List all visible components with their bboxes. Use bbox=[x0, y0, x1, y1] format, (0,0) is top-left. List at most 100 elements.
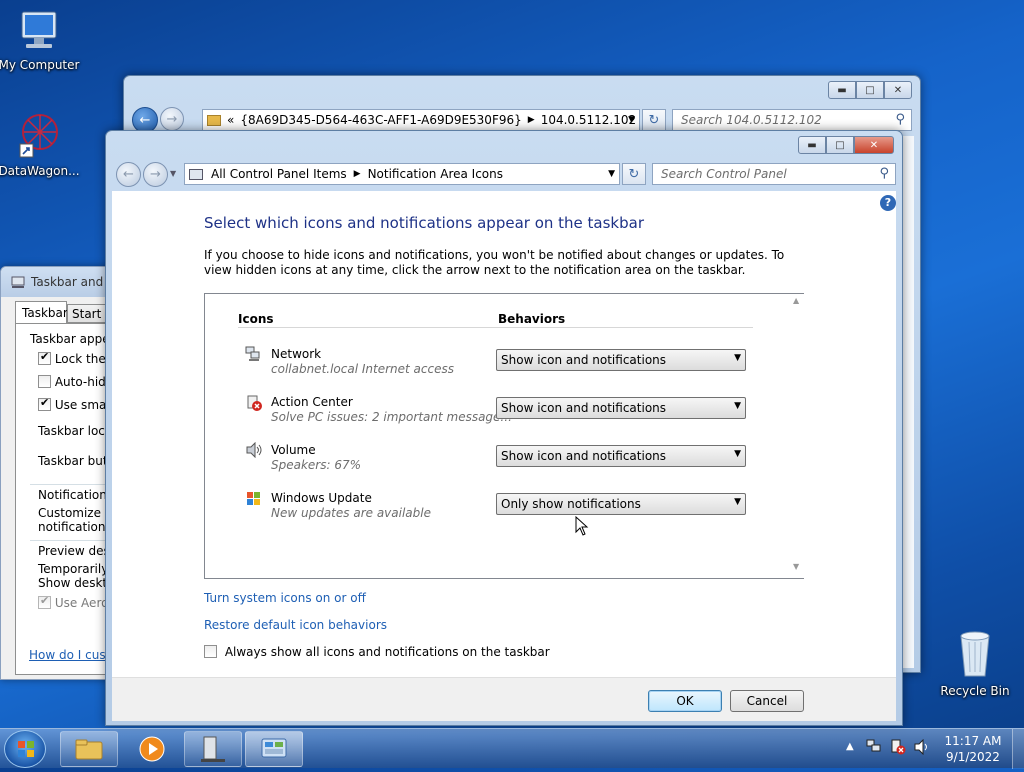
datawagon-shortcut-icon bbox=[16, 112, 62, 160]
select-value: Show icon and notifications bbox=[501, 401, 667, 415]
desktop-icon-label: My Computer bbox=[0, 58, 80, 72]
help-icon[interactable]: ? bbox=[880, 195, 896, 211]
control-panel-icon bbox=[189, 168, 203, 180]
show-hidden-icons-icon[interactable]: ▲ bbox=[846, 741, 854, 752]
search-placeholder: Search 104.0.5112.102 bbox=[681, 113, 822, 127]
select-value: Show icon and notifications bbox=[501, 353, 667, 367]
select-value: Show icon and notifications bbox=[501, 449, 667, 463]
search-input[interactable]: Search 104.0.5112.102 ⚲ bbox=[672, 109, 912, 131]
close-button[interactable]: ✕ bbox=[884, 81, 912, 99]
minimize-button[interactable]: ▬ bbox=[828, 81, 856, 99]
window-title: Taskbar and S bbox=[31, 275, 115, 289]
control-panel-icon bbox=[261, 738, 287, 758]
checkbox-checked-disabled[interactable]: ✔ bbox=[38, 594, 51, 609]
breadcrumb-segment[interactable]: 104.0.5112.102 bbox=[541, 113, 636, 127]
tray-clock[interactable]: 11:17 AM 9/1/2022 bbox=[940, 733, 1006, 765]
autohide-checkbox[interactable]: Auto-hide bbox=[38, 375, 113, 389]
show-desktop-button[interactable] bbox=[1012, 729, 1024, 769]
taskbar-properties-window[interactable]: Taskbar and S Taskbar Start M Taskbar ap… bbox=[0, 266, 121, 680]
windows-update-behavior-select[interactable]: Only show notifications ▼ bbox=[496, 493, 746, 515]
row-name: Windows Update bbox=[271, 491, 372, 505]
maximize-button[interactable]: □ bbox=[826, 136, 854, 154]
tray-action-center-icon[interactable] bbox=[890, 739, 906, 755]
row-detail: Speakers: 67% bbox=[271, 458, 362, 472]
search-icon[interactable]: ⚲ bbox=[895, 112, 905, 127]
notification-area-icons-window[interactable]: ▬ □ ✕ ← → ▼ All Control Panel Items ▶ No… bbox=[105, 130, 903, 726]
network-behavior-select[interactable]: Show icon and notifications ▼ bbox=[496, 349, 746, 371]
mouse-cursor-icon bbox=[575, 515, 589, 536]
checkbox-checked[interactable]: ✔ bbox=[38, 396, 51, 411]
media-player-icon bbox=[139, 736, 165, 762]
maximize-button[interactable]: □ bbox=[856, 81, 884, 99]
breadcrumb-segment[interactable]: {8A69D345-D564-463C-AFF1-A69D9E530F96} bbox=[240, 113, 521, 127]
row-detail: New updates are available bbox=[271, 506, 431, 520]
checkbox-unchecked[interactable] bbox=[38, 375, 51, 388]
row-name: Network bbox=[271, 347, 322, 361]
desktop-icon-label: DataWagon... bbox=[0, 164, 80, 178]
dropdown-arrow-icon: ▼ bbox=[734, 497, 741, 507]
chevron-down-icon[interactable]: ▼ bbox=[628, 115, 635, 125]
page-title: Select which icons and notifications app… bbox=[204, 214, 644, 232]
action-center-behavior-select[interactable]: Show icon and notifications ▼ bbox=[496, 397, 746, 419]
turn-system-icons-link[interactable]: Turn system icons on or off bbox=[204, 591, 366, 605]
tray-network-icon[interactable] bbox=[866, 739, 882, 755]
select-value: Only show notifications bbox=[501, 497, 641, 511]
tab-taskbar[interactable]: Taskbar bbox=[15, 301, 68, 323]
taskbar-control-panel-button[interactable] bbox=[245, 731, 303, 767]
breadcrumb-segment[interactable]: All Control Panel Items bbox=[211, 167, 347, 181]
forward-icon[interactable]: → bbox=[160, 107, 184, 131]
chevron-down-icon[interactable]: ▼ bbox=[608, 169, 615, 179]
tray-volume-icon[interactable] bbox=[914, 738, 930, 756]
page-description: If you choose to hide icons and notifica… bbox=[204, 248, 785, 277]
cancel-button[interactable]: Cancel bbox=[730, 690, 804, 712]
minimize-button[interactable]: ▬ bbox=[798, 136, 826, 154]
chevron-right-icon: ▶ bbox=[353, 169, 361, 179]
search-input[interactable]: Search Control Panel ⚲ bbox=[652, 163, 896, 185]
content-area: ? Select which icons and notifications a… bbox=[112, 191, 896, 677]
taskbar-properties-button[interactable] bbox=[184, 731, 242, 767]
dropdown-arrow-icon: ▼ bbox=[734, 353, 741, 363]
taskbar-props-icon bbox=[201, 736, 225, 762]
close-button[interactable]: ✕ bbox=[854, 136, 894, 154]
search-icon[interactable]: ⚲ bbox=[879, 166, 889, 181]
back-icon[interactable]: ← bbox=[116, 162, 141, 187]
row-detail: Solve PC issues: 2 important message... bbox=[271, 410, 512, 424]
always-show-checkbox[interactable]: Always show all icons and notifications … bbox=[204, 645, 550, 659]
checkbox-unchecked[interactable] bbox=[204, 645, 217, 658]
dropdown-arrow-icon: ▼ bbox=[734, 449, 741, 459]
scrollbar[interactable]: ▲ ▼ bbox=[790, 294, 804, 578]
ok-button[interactable]: OK bbox=[648, 690, 722, 712]
datawagon-desktop-icon[interactable]: DataWagon... bbox=[0, 112, 82, 178]
refresh-icon[interactable]: ↻ bbox=[622, 163, 646, 185]
scroll-up-icon[interactable]: ▲ bbox=[793, 296, 799, 305]
address-bar[interactable]: All Control Panel Items ▶ Notification A… bbox=[184, 163, 620, 185]
recent-pages-icon[interactable]: ▼ bbox=[170, 169, 176, 178]
recycle-bin-desktop-icon[interactable]: Recycle Bin bbox=[932, 628, 1018, 698]
computer-icon bbox=[16, 8, 62, 54]
header-divider bbox=[238, 327, 753, 328]
icons-list[interactable]: ▲ ▼ Icons Behaviors Network collabnet.lo… bbox=[204, 293, 804, 579]
breadcrumb-overflow: « bbox=[227, 113, 235, 127]
desktop-icon-label: Recycle Bin bbox=[940, 684, 1010, 698]
start-button[interactable] bbox=[4, 730, 46, 768]
refresh-icon[interactable]: ↻ bbox=[642, 109, 666, 131]
scroll-down-icon[interactable]: ▼ bbox=[793, 562, 799, 571]
column-header-icons: Icons bbox=[238, 312, 274, 326]
action-center-icon bbox=[245, 394, 263, 412]
address-bar[interactable]: « {8A69D345-D564-463C-AFF1-A69D9E530F96}… bbox=[202, 109, 640, 131]
taskbar: ▲ 11:17 AM 9/1/2022 bbox=[0, 728, 1024, 769]
taskbar-media-player-button[interactable] bbox=[124, 731, 180, 767]
taskbar-explorer-button[interactable] bbox=[60, 731, 118, 767]
chevron-right-icon: ▶ bbox=[527, 115, 535, 125]
checkbox-checked[interactable]: ✔ bbox=[38, 350, 51, 365]
restore-defaults-link[interactable]: Restore default icon behaviors bbox=[204, 618, 387, 632]
search-placeholder: Search Control Panel bbox=[661, 167, 787, 181]
volume-behavior-select[interactable]: Show icon and notifications ▼ bbox=[496, 445, 746, 467]
breadcrumb-segment[interactable]: Notification Area Icons bbox=[368, 167, 503, 181]
forward-icon[interactable]: → bbox=[143, 162, 168, 187]
my-computer-desktop-icon[interactable]: My Computer bbox=[0, 8, 82, 72]
row-name: Volume bbox=[271, 443, 316, 457]
taskbar-props-icon bbox=[11, 275, 25, 289]
recycle-bin-icon bbox=[952, 628, 998, 680]
checkbox-label: Always show all icons and notifications … bbox=[224, 645, 550, 659]
